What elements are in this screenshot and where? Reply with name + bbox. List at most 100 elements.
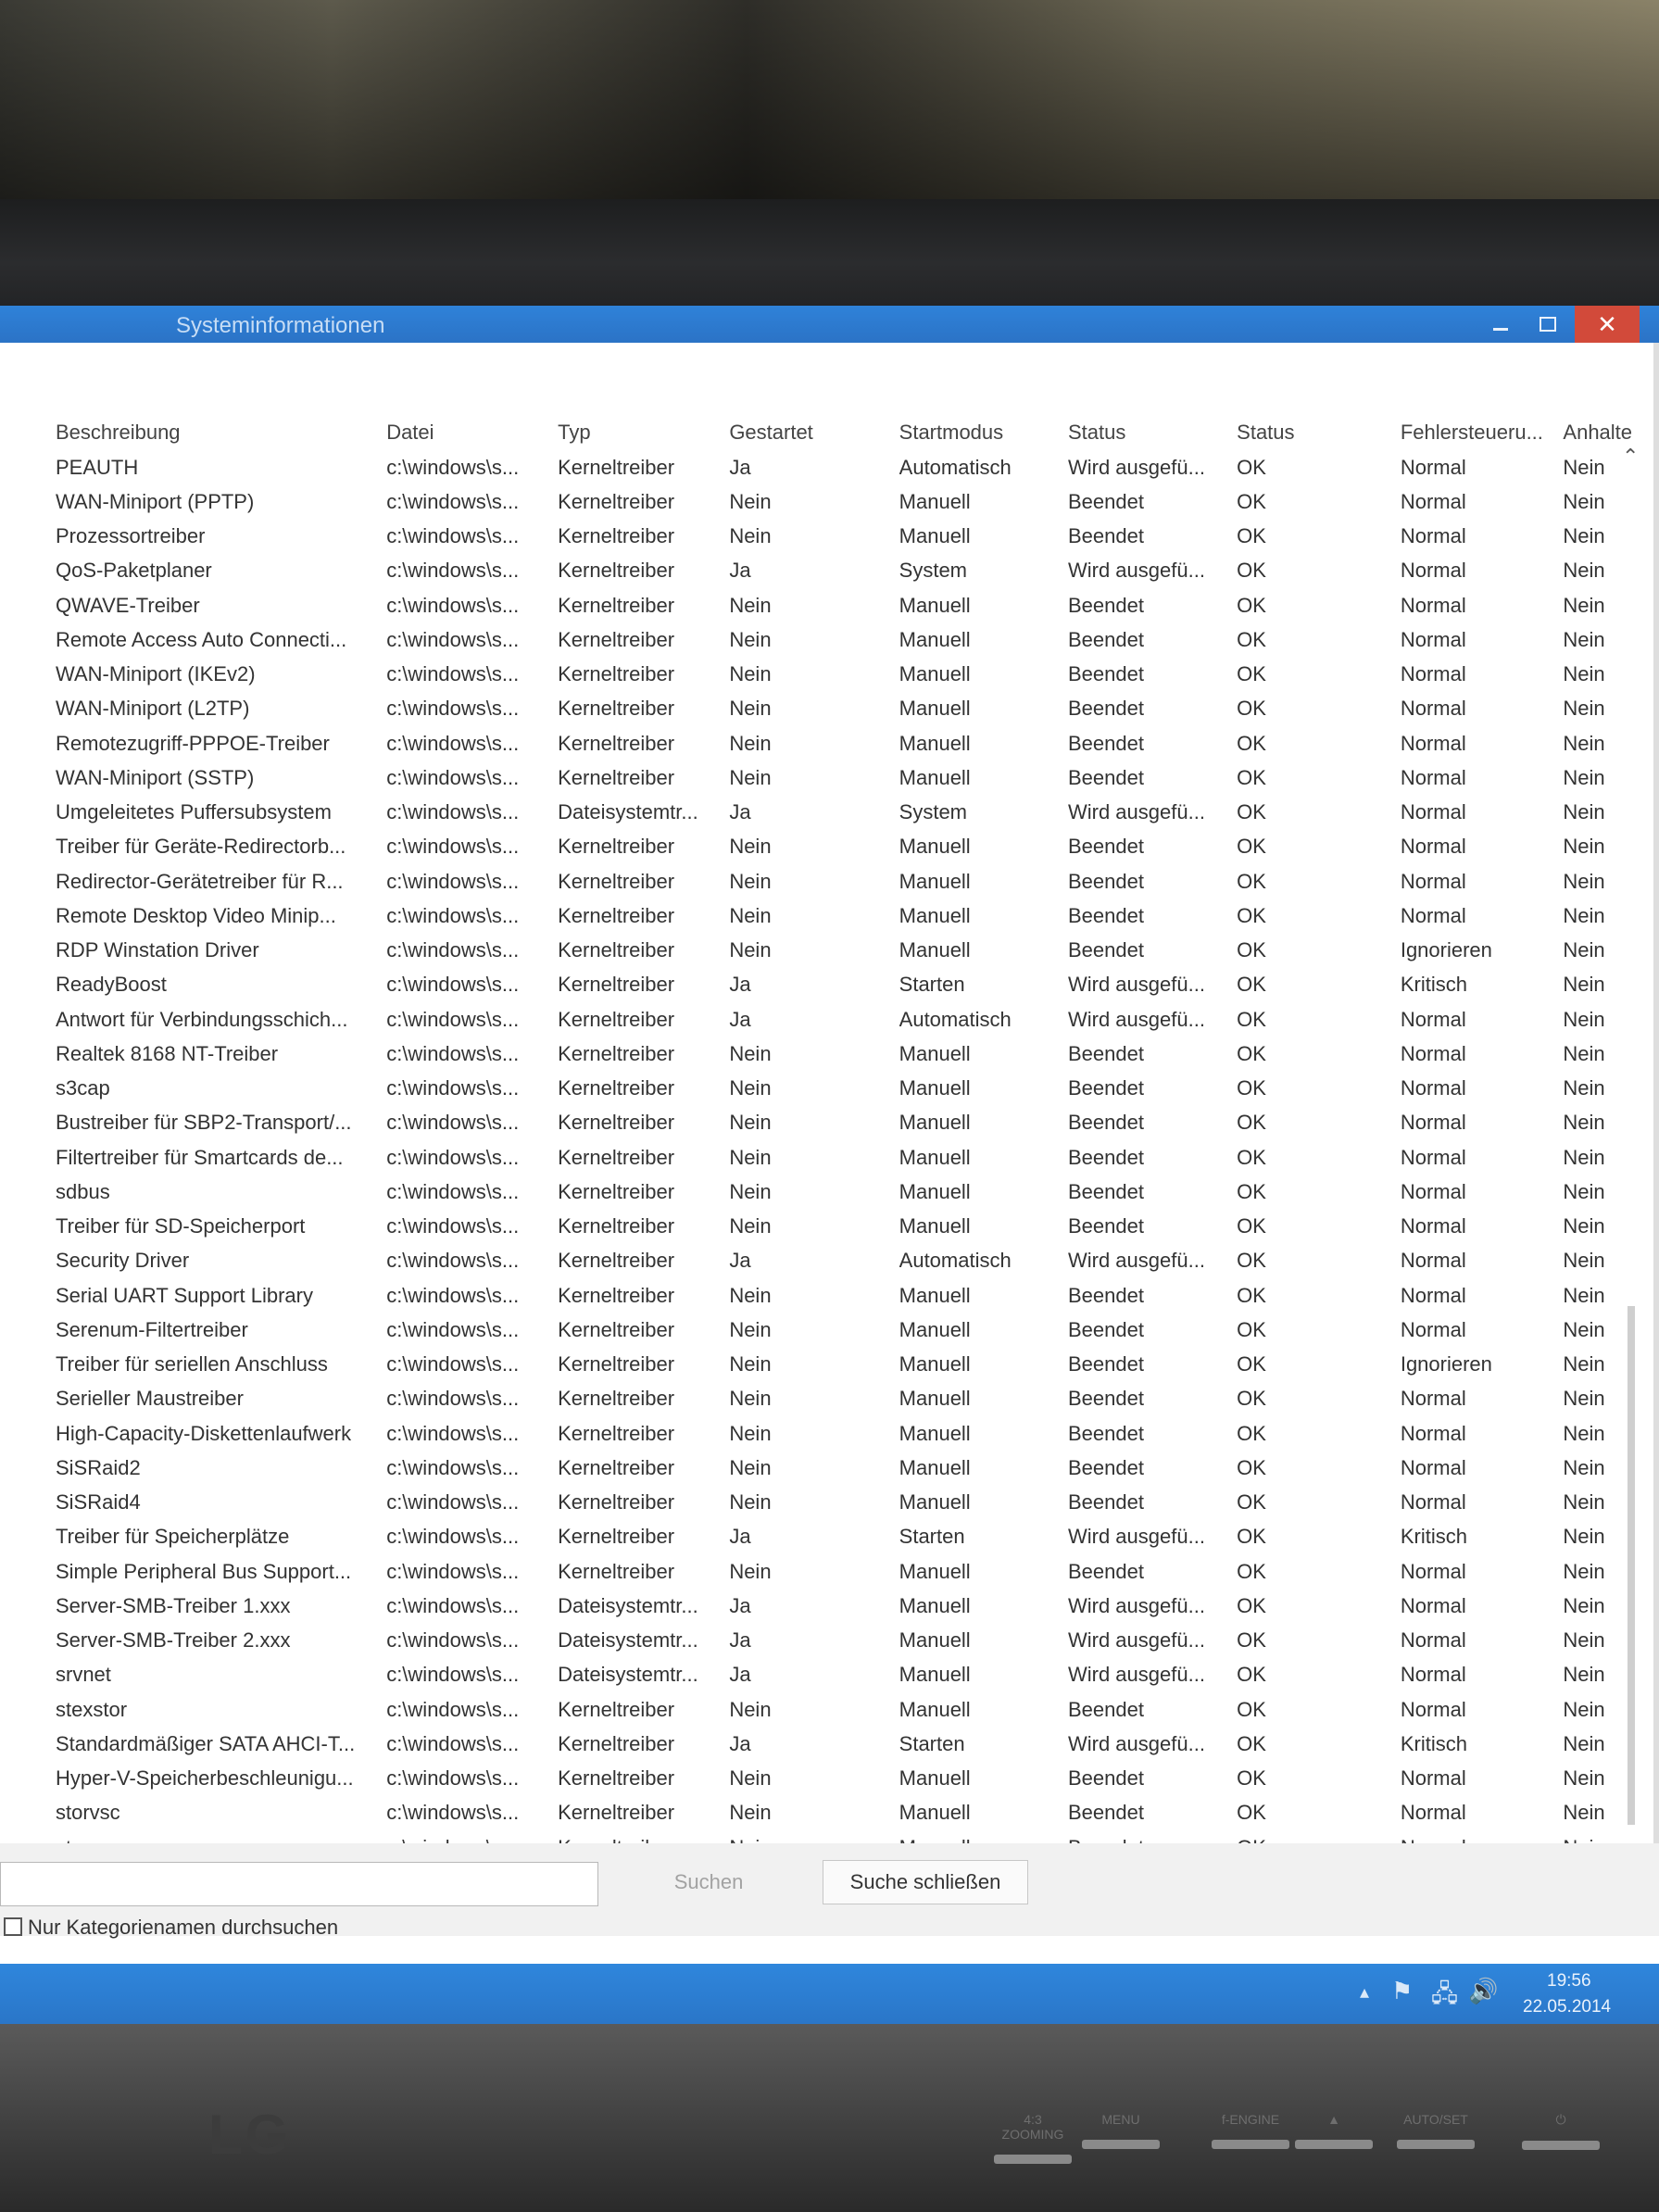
monitor-zoom-button[interactable]: 4:3 ZOOMING	[991, 2112, 1075, 2168]
cell-startmodus: Starten	[899, 973, 965, 997]
table-row[interactable]: Serenum-Filtertreiber c:\windows\s... Kern…	[56, 1313, 1653, 1347]
table-row[interactable]: Umgeleitetes Puffersubsystem c:\windows\s…	[56, 796, 1653, 830]
table-row[interactable]: Standardmäßiger SATA AHCI-T... c:\windows…	[56, 1727, 1653, 1761]
monitor-up-button[interactable]: ▲	[1292, 2112, 1376, 2168]
maximize-button[interactable]	[1528, 306, 1565, 343]
monitor-autoset-button[interactable]: AUTO/SET	[1394, 2112, 1477, 2168]
column-header-status-2[interactable]: Status	[1237, 415, 1401, 450]
table-row[interactable]: WAN-Miniport (PPTP) c:\windows\s... Kernel…	[56, 484, 1653, 519]
table-row[interactable]: QoS-Paketplaner c:\windows\s... Kerneltrei…	[56, 554, 1653, 588]
table-row[interactable]: PEAUTH c:\windows\s... Kerneltreiber Ja Auto…	[56, 450, 1653, 484]
cell-gestartet: Nein	[729, 662, 772, 686]
volume-icon[interactable]: 🔊	[1468, 1977, 1498, 2005]
table-row[interactable]: QWAVE-Treiber c:\windows\s... Kerneltreibe…	[56, 588, 1653, 622]
cell-status-2: OK	[1237, 1352, 1266, 1376]
cell-anhalten: Nein	[1563, 662, 1605, 686]
search-input[interactable]	[0, 1862, 598, 1906]
table-row[interactable]: Antwort für Verbindungsschich... c:\windo…	[56, 1002, 1653, 1037]
table-row[interactable]: srvnet c:\windows\s... Dateisystemtr... Ja M…	[56, 1658, 1653, 1692]
table-row[interactable]: WAN-Miniport (SSTP) c:\windows\s... Kernel…	[56, 760, 1653, 795]
chevron-up-icon[interactable]: ▴	[1360, 1980, 1369, 2004]
table-row[interactable]: RDP Winstation Driver c:\windows\s... Kern…	[56, 934, 1653, 968]
minimize-button[interactable]	[1482, 306, 1519, 343]
table-row[interactable]: stexstor c:\windows\s... Kerneltreiber Nein…	[56, 1692, 1653, 1727]
cell-anhalten: Nein	[1563, 697, 1605, 721]
table-row[interactable]: Redirector-Gerätetreiber für R... c:\wind…	[56, 864, 1653, 899]
table-row[interactable]: Treiber für Geräte-Redirectorb... c:\wind…	[56, 830, 1653, 864]
column-header-startmodus[interactable]: Startmodus	[899, 415, 1068, 450]
cell-startmodus: Manuell	[899, 1421, 971, 1445]
close-button[interactable]: ✕	[1575, 306, 1640, 343]
column-header-fehlersteuerung[interactable]: Fehlersteueru...	[1401, 415, 1564, 450]
table-row[interactable]: Server-SMB-Treiber 1.xxx c:\windows\s... D…	[56, 1589, 1653, 1623]
table-row[interactable]: Treiber für Speicherplätze c:\windows\s..…	[56, 1520, 1653, 1554]
clock-date[interactable]: 22.05.2014	[1523, 1997, 1611, 2017]
category-names-only-checkbox[interactable]	[4, 1917, 22, 1936]
table-row[interactable]: Prozessortreiber c:\windows\s... Kerneltre…	[56, 520, 1653, 554]
table-row[interactable]: WAN-Miniport (L2TP) c:\windows\s... Kernel…	[56, 692, 1653, 726]
cell-status: Beendet	[1067, 1801, 1144, 1825]
table-row[interactable]: Serial UART Support Library c:\windows\s.…	[56, 1278, 1653, 1313]
cell-beschreibung: storvsc	[56, 1801, 120, 1825]
table-row[interactable]: Remote Desktop Video Minip... c:\windows\…	[56, 899, 1653, 933]
search-button[interactable]: Suchen	[607, 1862, 811, 1903]
cell-status: Wird ausgefü...	[1067, 1593, 1205, 1617]
network-icon[interactable]: 🖧	[1431, 1977, 1458, 2017]
table-row[interactable]: Treiber für seriellen Anschluss c:\window…	[56, 1348, 1653, 1382]
clock-time[interactable]: 19:56	[1547, 1971, 1591, 1992]
table-row[interactable]: storvsc c:\windows\s... Kerneltreiber Nein M…	[56, 1796, 1653, 1830]
cell-beschreibung: Filtertreiber für Smartcards de...	[56, 1145, 344, 1169]
column-header-beschreibung[interactable]: Beschreibung	[56, 415, 386, 450]
table-row[interactable]: Remote Access Auto Connecti... c:\windows…	[56, 622, 1653, 657]
cell-datei: c:\windows\s...	[386, 593, 520, 617]
scroll-up-icon[interactable]: ⌃	[1622, 445, 1639, 469]
cell-status-2: OK	[1237, 1145, 1266, 1169]
action-center-flag-icon[interactable]: ⚑	[1391, 1977, 1413, 2005]
cell-gestartet: Ja	[729, 455, 751, 479]
table-row[interactable]: Treiber für SD-Speicherport c:\windows\s.…	[56, 1210, 1653, 1244]
monitor-fengine-button[interactable]: f-ENGINE	[1209, 2112, 1292, 2168]
cell-status: Beendet	[1067, 1490, 1144, 1514]
monitor-power-button[interactable]: ⏻	[1519, 2112, 1602, 2168]
table-row[interactable]: s3cap c:\windows\s... Kerneltreiber Nein Man…	[56, 1072, 1653, 1106]
column-header-gestartet[interactable]: Gestartet	[729, 415, 899, 450]
column-header-anhalten[interactable]: Anhalte	[1563, 415, 1653, 450]
table-row[interactable]: Filtertreiber für Smartcards de... c:\win…	[56, 1140, 1653, 1175]
cell-beschreibung: Security Driver	[56, 1249, 190, 1273]
cell-fehlersteuerung: Normal	[1400, 1387, 1466, 1411]
table-row[interactable]: Security Driver c:\windows\s... Kerneltrei…	[56, 1244, 1653, 1278]
close-search-button[interactable]: Suche schließen	[823, 1860, 1028, 1904]
table-row[interactable]: High-Capacity-Diskettenlaufwerk c:\window…	[56, 1416, 1653, 1451]
cell-datei: c:\windows\s...	[386, 1111, 520, 1135]
table-row[interactable]: Simple Peripheral Bus Support... c:\windo…	[56, 1554, 1653, 1589]
table-row[interactable]: Hyper-V-Speicherbeschleunigu... c:\window…	[56, 1762, 1653, 1796]
column-header-datei[interactable]: Datei	[386, 415, 558, 450]
table-row[interactable]: WAN-Miniport (IKEv2) c:\windows\s... Kerne…	[56, 658, 1653, 692]
table-row[interactable]: SiSRaid2 c:\windows\s... Kerneltreiber Nein…	[56, 1451, 1653, 1485]
column-header-status[interactable]: Status	[1068, 415, 1237, 450]
cell-status-2: OK	[1237, 1214, 1266, 1238]
cell-fehlersteuerung: Kritisch	[1400, 973, 1467, 997]
table-row[interactable]: ReadyBoost c:\windows\s... Kerneltreiber Ja…	[56, 968, 1653, 1002]
monitor-menu-button[interactable]: MENU	[1079, 2112, 1163, 2168]
table-row[interactable]: Bustreiber für SBP2-Transport/... c:\wind…	[56, 1106, 1653, 1140]
cell-gestartet: Nein	[729, 938, 772, 962]
cell-anhalten: Nein	[1563, 1214, 1605, 1238]
cell-startmodus: Manuell	[899, 697, 971, 721]
cell-gestartet: Nein	[729, 1283, 772, 1307]
table-row[interactable]: Server-SMB-Treiber 2.xxx c:\windows\s... D…	[56, 1624, 1653, 1658]
cell-fehlersteuerung: Normal	[1400, 1076, 1466, 1100]
cell-beschreibung: Treiber für Speicherplätze	[56, 1525, 290, 1549]
cell-status: Beendet	[1067, 1559, 1144, 1583]
cell-typ: Kerneltreiber	[558, 1179, 675, 1203]
cell-startmodus: Manuell	[899, 627, 971, 651]
vertical-scrollbar[interactable]	[1628, 1306, 1635, 1825]
table-row[interactable]: SiSRaid4 c:\windows\s... Kerneltreiber Nein…	[56, 1486, 1653, 1520]
table-row[interactable]: Serieller Maustreiber c:\windows\s... Kern…	[56, 1382, 1653, 1416]
table-row[interactable]: Remotezugriff-PPPOE-Treiber c:\windows\s.…	[56, 726, 1653, 760]
close-icon: ✕	[1597, 310, 1617, 338]
column-header-typ[interactable]: Typ	[558, 415, 729, 450]
table-row[interactable]: sdbus c:\windows\s... Kerneltreiber Nein Man…	[56, 1175, 1653, 1209]
table-row[interactable]: Realtek 8168 NT-Treiber c:\windows\s... Ke…	[56, 1037, 1653, 1071]
cell-status: Beendet	[1067, 1214, 1144, 1238]
